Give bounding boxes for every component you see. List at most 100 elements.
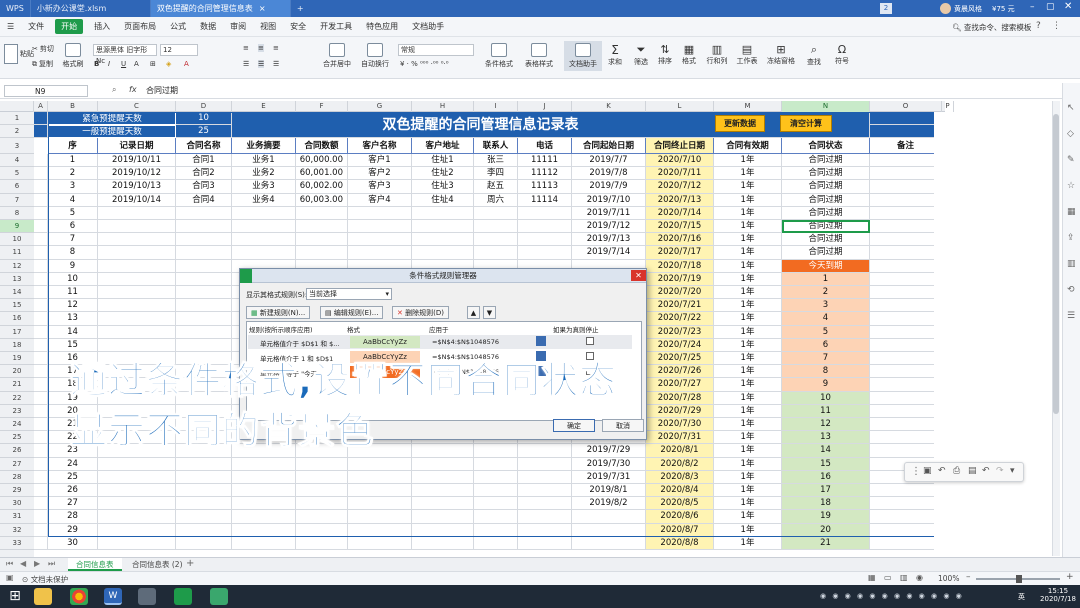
blank-cell[interactable] xyxy=(34,497,48,511)
menu-view[interactable]: 视图 xyxy=(253,21,283,32)
strikethrough-button[interactable]: A xyxy=(134,60,139,68)
table-cell[interactable]: 2020/7/24 xyxy=(646,338,714,352)
cut-button[interactable]: ✂ 剪切 xyxy=(32,44,54,54)
table-cell[interactable] xyxy=(176,457,232,471)
table-cell[interactable]: 1年 xyxy=(714,431,782,445)
table-cell[interactable] xyxy=(296,233,348,247)
seq-cell[interactable]: 15 xyxy=(48,338,98,352)
contract-status-cell[interactable]: 合同过期 xyxy=(782,167,870,181)
table-cell[interactable] xyxy=(518,523,572,537)
table-cell[interactable]: 1年 xyxy=(714,259,782,273)
urgent-days-value[interactable]: 10 xyxy=(176,112,232,125)
history-icon[interactable]: ↶ xyxy=(938,466,946,476)
table-cell[interactable]: 合同3 xyxy=(176,180,232,194)
table-cell[interactable] xyxy=(232,206,296,220)
table-cell[interactable]: 1年 xyxy=(714,272,782,286)
table-cell[interactable] xyxy=(98,259,176,273)
table-cell[interactable]: 2019/7/9 xyxy=(572,180,646,194)
seq-cell[interactable]: 7 xyxy=(48,233,98,247)
minimize-icon[interactable]: – xyxy=(1030,2,1035,12)
prev-sheet-icon[interactable]: ◀ xyxy=(20,559,26,568)
contract-status-cell[interactable]: 合同过期 xyxy=(782,220,870,234)
table-cell[interactable]: 2019/7/7 xyxy=(572,154,646,168)
table-cell[interactable]: 1年 xyxy=(714,510,782,524)
break-view-icon[interactable]: ▥ xyxy=(900,573,908,582)
table-cell[interactable]: 2020/7/31 xyxy=(646,431,714,445)
chart-icon[interactable]: ▥ xyxy=(1067,259,1076,269)
table-cell[interactable]: 1年 xyxy=(714,497,782,511)
contract-status-cell[interactable]: 3 xyxy=(782,299,870,313)
align-left-icon[interactable]: ☰ xyxy=(243,60,249,68)
format-painter-button[interactable]: 格式刷 xyxy=(54,43,92,69)
table-cell[interactable] xyxy=(232,484,296,498)
seq-cell[interactable]: 26 xyxy=(48,484,98,498)
table-cell[interactable] xyxy=(348,457,412,471)
new-rule-button[interactable]: ▦ 新建规则(N)... xyxy=(246,306,311,319)
table-cell[interactable]: 11111 xyxy=(518,154,572,168)
blank-cell[interactable] xyxy=(34,365,48,379)
table-cell[interactable]: 2020/7/22 xyxy=(646,312,714,326)
table-cell[interactable]: 2020/7/13 xyxy=(646,193,714,207)
menu-page-layout[interactable]: 页面布局 xyxy=(117,21,163,32)
add-sheet-button[interactable]: + xyxy=(186,558,194,569)
zoom-formula-icon[interactable]: ⌕ xyxy=(112,85,116,95)
table-cell[interactable]: 合同4 xyxy=(176,193,232,207)
table-cell[interactable]: 2020/7/14 xyxy=(646,206,714,220)
remark-cell[interactable] xyxy=(870,392,934,405)
table-cell[interactable] xyxy=(296,470,348,484)
dialog-close-icon[interactable]: ✕ xyxy=(631,270,646,281)
seq-cell[interactable]: 30 xyxy=(48,536,98,550)
row-col-button[interactable]: ▥ 行和列 xyxy=(702,43,732,66)
contract-status-cell[interactable]: 17 xyxy=(782,484,870,498)
table-cell[interactable] xyxy=(348,220,412,234)
blank-cell[interactable] xyxy=(34,167,48,181)
zoom-in-icon[interactable]: + xyxy=(1066,572,1074,582)
table-cell[interactable]: 1年 xyxy=(714,220,782,234)
row-header[interactable]: 7 xyxy=(0,194,34,207)
table-cell[interactable] xyxy=(98,470,176,484)
remark-cell[interactable] xyxy=(870,352,934,366)
table-cell[interactable]: 2020/8/3 xyxy=(646,470,714,484)
chevron-down-icon[interactable]: ▾ xyxy=(1010,466,1015,476)
table-cell[interactable]: 李四 xyxy=(474,167,518,181)
menu-data[interactable]: 数据 xyxy=(193,21,223,32)
row-header[interactable]: 28 xyxy=(0,471,34,484)
seq-cell[interactable]: 10 xyxy=(48,272,98,286)
column-header-i[interactable]: I xyxy=(474,101,518,112)
currency-icon[interactable]: ¥ · % ⁰⁰⁰ ·⁰⁰ ⁰·⁰ xyxy=(400,60,449,68)
sheet-tab[interactable]: 合同信息表 (2) xyxy=(124,558,191,571)
align-top-icon[interactable]: ≡ xyxy=(243,44,249,52)
contract-status-cell[interactable]: 7 xyxy=(782,352,870,366)
table-cell[interactable] xyxy=(176,523,232,537)
seq-cell[interactable]: 11 xyxy=(48,286,98,300)
preview-icon[interactable]: ▤ xyxy=(968,466,977,476)
cursor-icon[interactable]: ↖ xyxy=(1067,103,1075,113)
help-icon[interactable]: ? xyxy=(1036,21,1041,31)
table-cell[interactable] xyxy=(412,510,474,524)
grip-icon[interactable]: ⋮ xyxy=(911,466,921,477)
table-cell[interactable]: 2020/7/12 xyxy=(646,180,714,194)
row-header[interactable]: 11 xyxy=(0,246,34,260)
align-middle-icon[interactable]: ≡ xyxy=(258,44,264,52)
column-title[interactable]: 业务摘要 xyxy=(232,138,296,154)
table-cell[interactable]: 业务1 xyxy=(232,154,296,168)
contract-status-cell[interactable]: 18 xyxy=(782,497,870,511)
column-header-g[interactable]: G xyxy=(348,101,412,112)
sheet-tab-active[interactable]: 合同信息表 xyxy=(68,558,122,571)
table-cell[interactable] xyxy=(572,536,646,550)
table-cell[interactable] xyxy=(412,220,474,234)
column-title[interactable]: 客户名称 xyxy=(348,138,412,154)
table-cell[interactable]: 2019/10/13 xyxy=(98,180,176,194)
maximize-icon[interactable]: ▢ xyxy=(1046,2,1055,12)
table-icon[interactable]: ▦ xyxy=(1067,207,1076,217)
italic-button[interactable]: I xyxy=(108,60,110,68)
contract-status-cell[interactable]: 14 xyxy=(782,444,870,458)
table-cell[interactable] xyxy=(232,497,296,511)
blank-cell[interactable] xyxy=(34,259,48,273)
table-cell[interactable] xyxy=(296,220,348,234)
table-cell[interactable] xyxy=(296,246,348,260)
edit-rule-button[interactable]: ▤ 编辑规则(E)... xyxy=(320,306,384,319)
table-cell[interactable]: 2020/7/18 xyxy=(646,259,714,273)
contract-status-cell[interactable]: 20 xyxy=(782,523,870,537)
wrap-text-button[interactable]: 自动换行 xyxy=(356,43,394,69)
